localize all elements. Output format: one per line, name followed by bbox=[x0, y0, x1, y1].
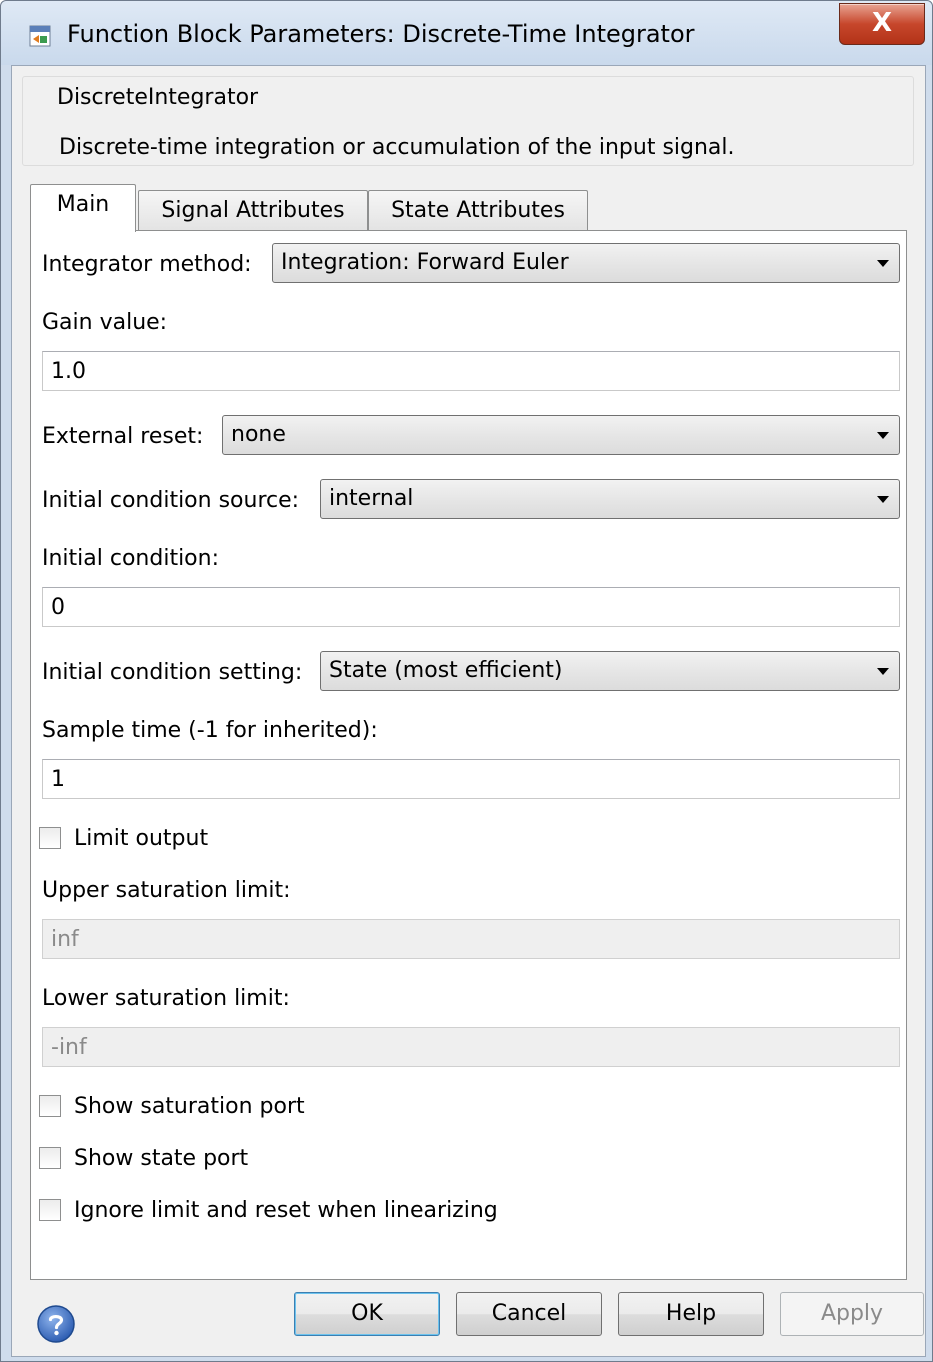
show-saturation-port-label[interactable]: Show saturation port bbox=[74, 1093, 305, 1121]
close-button[interactable]: X bbox=[839, 3, 925, 45]
tab-state-attributes[interactable]: State Attributes bbox=[368, 190, 588, 231]
cancel-button[interactable]: Cancel bbox=[456, 1292, 602, 1336]
ok-button[interactable]: OK bbox=[294, 1292, 440, 1336]
initial-condition-source-value: internal bbox=[329, 486, 414, 511]
ignore-limit-reset-checkbox[interactable] bbox=[39, 1199, 61, 1221]
lower-saturation-limit-text: -inf bbox=[51, 1035, 87, 1060]
chevron-down-icon bbox=[877, 432, 889, 439]
tab-signal-attributes[interactable]: Signal Attributes bbox=[138, 190, 368, 231]
show-state-port-label[interactable]: Show state port bbox=[74, 1145, 248, 1173]
limit-output-checkbox[interactable] bbox=[39, 827, 61, 849]
initial-condition-field[interactable]: 0 bbox=[42, 587, 900, 627]
initial-condition-setting-label: Initial condition setting: bbox=[42, 660, 303, 685]
tab-strip: Main Signal Attributes State Attributes bbox=[30, 184, 910, 232]
integrator-method-value: Integration: Forward Euler bbox=[281, 250, 569, 275]
block-description: Discrete-time integration or accumulatio… bbox=[59, 135, 735, 160]
chevron-down-icon bbox=[877, 496, 889, 503]
upper-saturation-limit-text: inf bbox=[51, 927, 79, 952]
integrator-method-label: Integrator method: bbox=[42, 252, 252, 277]
lower-saturation-limit-field: -inf bbox=[42, 1027, 900, 1067]
lower-saturation-limit-label: Lower saturation limit: bbox=[42, 986, 290, 1011]
initial-condition-source-label: Initial condition source: bbox=[42, 488, 300, 513]
window-title: Function Block Parameters: Discrete-Time… bbox=[67, 20, 695, 48]
sample-time-field[interactable]: 1 bbox=[42, 759, 900, 799]
upper-saturation-limit-field: inf bbox=[42, 919, 900, 959]
question-help-icon[interactable] bbox=[36, 1304, 76, 1344]
initial-condition-text: 0 bbox=[51, 595, 65, 620]
help-button[interactable]: Help bbox=[618, 1292, 764, 1336]
main-tab-panel: Integrator method: Integration: Forward … bbox=[30, 230, 907, 1280]
description-group: DiscreteIntegrator Discrete-time integra… bbox=[22, 76, 914, 166]
show-state-port-checkbox[interactable] bbox=[39, 1147, 61, 1169]
initial-condition-setting-dropdown[interactable]: State (most efficient) bbox=[320, 651, 900, 691]
title-bar[interactable]: Function Block Parameters: Discrete-Time… bbox=[1, 1, 932, 65]
external-reset-dropdown[interactable]: none bbox=[222, 415, 900, 455]
limit-output-label[interactable]: Limit output bbox=[74, 825, 208, 853]
initial-condition-label: Initial condition: bbox=[42, 546, 219, 571]
initial-condition-setting-value: State (most efficient) bbox=[329, 658, 563, 683]
show-saturation-port-checkbox[interactable] bbox=[39, 1095, 61, 1117]
gain-value-label: Gain value: bbox=[42, 310, 168, 335]
apply-button: Apply bbox=[780, 1292, 924, 1336]
gain-value-text: 1.0 bbox=[51, 359, 86, 384]
close-icon: X bbox=[871, 8, 893, 38]
simulink-block-icon bbox=[29, 25, 51, 47]
gain-value-field[interactable]: 1.0 bbox=[42, 351, 900, 391]
dialog-body: DiscreteIntegrator Discrete-time integra… bbox=[11, 65, 926, 1357]
dialog-window: Function Block Parameters: Discrete-Time… bbox=[0, 0, 933, 1362]
chevron-down-icon bbox=[877, 668, 889, 675]
tab-main[interactable]: Main bbox=[30, 184, 136, 232]
ignore-limit-reset-label[interactable]: Ignore limit and reset when linearizing bbox=[74, 1197, 498, 1225]
initial-condition-source-dropdown[interactable]: internal bbox=[320, 479, 900, 519]
sample-time-text: 1 bbox=[51, 767, 65, 792]
external-reset-value: none bbox=[231, 422, 286, 447]
integrator-method-dropdown[interactable]: Integration: Forward Euler bbox=[272, 243, 900, 283]
upper-saturation-limit-label: Upper saturation limit: bbox=[42, 878, 291, 903]
external-reset-label: External reset: bbox=[42, 424, 204, 449]
chevron-down-icon bbox=[877, 260, 889, 267]
sample-time-label: Sample time (-1 for inherited): bbox=[42, 718, 378, 743]
block-type-legend: DiscreteIntegrator bbox=[49, 85, 265, 111]
